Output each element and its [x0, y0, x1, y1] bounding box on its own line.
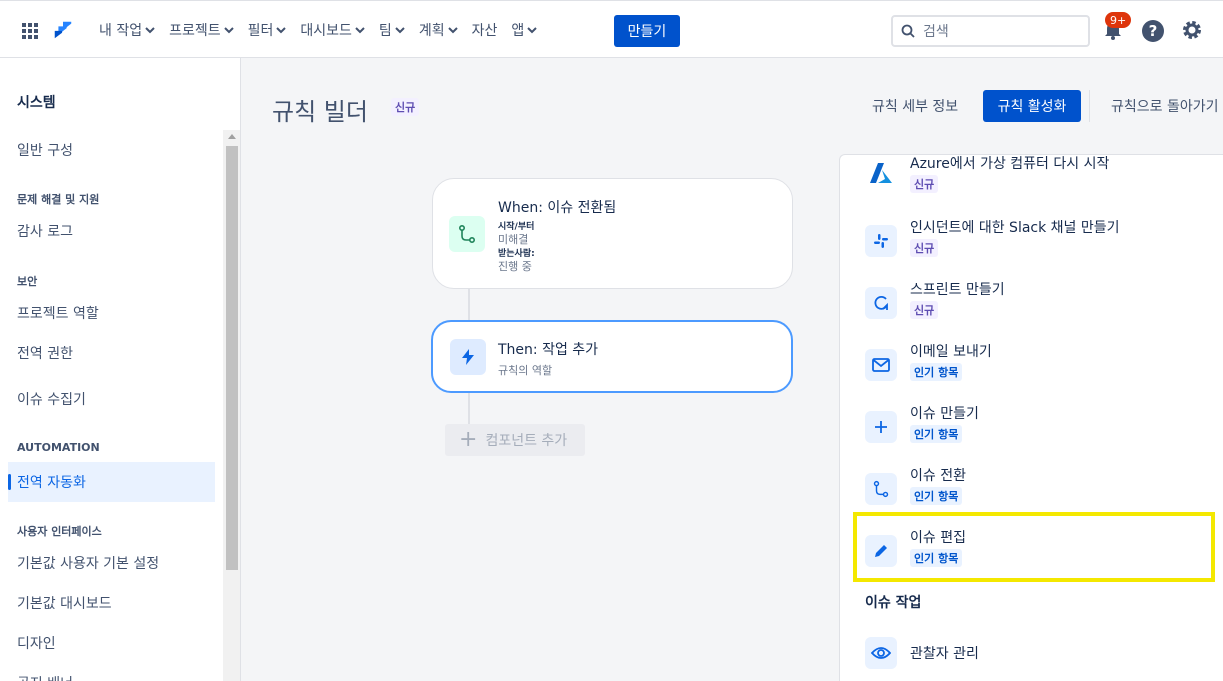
transition-icon	[865, 473, 897, 505]
new-lozenge: 신규	[910, 239, 939, 257]
chevron-down-icon	[223, 27, 234, 34]
action-title: Then: 작업 추가	[498, 342, 599, 358]
panel-item-azure-restart-vm[interactable]: Azure에서 가상 컴퓨터 다시 시작 신규	[840, 155, 1223, 211]
component-picker-panel: Azure에서 가상 컴퓨터 다시 시작 신규 인시던트에 대한 Slack 채…	[839, 154, 1223, 681]
panel-item-create-sprint[interactable]: 스프린트 만들기 신규	[840, 273, 1223, 335]
chevron-down-icon	[145, 27, 155, 34]
chevron-down-icon	[395, 27, 405, 34]
action-subtitle: 규칙의 역할	[498, 364, 553, 377]
page-header: 규칙 빌더 신규 규칙 세부 정보 규칙 활성화 규칙으로 돌아가기	[241, 58, 1223, 138]
panel-item-create-issue[interactable]: 이슈 만들기 인기 항목	[840, 397, 1223, 459]
eye-icon	[865, 637, 897, 669]
rule-builder-main: 규칙 빌더 신규 규칙 세부 정보 규칙 활성화 규칙으로 돌아가기 When:…	[241, 58, 1223, 681]
enable-rule-button[interactable]: 규칙 활성화	[983, 90, 1081, 122]
sidebar-item-issue-collectors[interactable]: 이슈 수집기	[8, 379, 215, 419]
create-button[interactable]: 만들기	[614, 15, 680, 47]
sprint-icon	[865, 287, 897, 319]
sidebar-title: 시스템	[17, 95, 56, 111]
panel-section-issue-actions: 이슈 작업	[865, 595, 922, 611]
notification-count-badge: 9+	[1105, 12, 1132, 28]
scroll-thumb[interactable]	[226, 146, 238, 570]
azure-icon	[865, 157, 897, 189]
sidebar-item-global-automation[interactable]: 전역 자동화	[8, 462, 215, 502]
chevron-down-icon	[447, 27, 458, 34]
trigger-transition-icon	[449, 216, 485, 252]
lightning-bolt-icon	[450, 339, 486, 375]
plus-icon	[865, 411, 897, 443]
popular-lozenge: 인기 항목	[910, 363, 963, 381]
search-icon	[901, 24, 915, 38]
new-lozenge: 신규	[391, 98, 420, 116]
sidebar-item-global-permissions[interactable]: 전역 권한	[8, 333, 215, 373]
trigger-title: When: 이슈 전환됨	[498, 200, 617, 216]
flow-connector	[468, 289, 470, 320]
back-to-rules-link[interactable]: 규칙으로 돌아가기	[1111, 96, 1219, 116]
nav-plans[interactable]: 계획	[412, 15, 465, 45]
popular-lozenge: 인기 항목	[910, 487, 963, 505]
trigger-from-value: 미해결	[498, 233, 529, 246]
app-switcher-icon[interactable]	[22, 23, 38, 39]
rule-details-link[interactable]: 규칙 세부 정보	[872, 96, 958, 116]
new-lozenge: 신규	[910, 301, 939, 319]
mail-icon	[865, 349, 897, 381]
sidebar-section-troubleshooting: 문제 해결 및 지원	[17, 193, 100, 206]
trigger-card[interactable]: When: 이슈 전환됨 시작/부터 미해결 받는사람: 진행 중	[432, 178, 793, 289]
nav-filters[interactable]: 필터	[241, 15, 294, 45]
popular-lozenge: 인기 항목	[910, 425, 963, 443]
header-divider	[1089, 90, 1090, 122]
plus-icon: +	[459, 427, 478, 452]
chevron-down-icon	[527, 27, 537, 34]
sidebar-item-project-roles[interactable]: 프로젝트 역할	[8, 293, 215, 333]
nav-my-work[interactable]: 내 작업	[92, 15, 162, 45]
primary-nav: 내 작업 프로젝트 필터 대시보드 팀 계획 자산 앱	[92, 15, 544, 45]
sidebar-section-security: 보안	[17, 275, 38, 288]
slack-icon	[865, 225, 897, 257]
nav-teams[interactable]: 팀	[372, 15, 412, 45]
nav-assets[interactable]: 자산	[465, 15, 505, 45]
trigger-to-value: 진행 중	[498, 260, 532, 273]
chevron-down-icon	[276, 27, 287, 34]
nav-dashboards[interactable]: 대시보드	[293, 15, 372, 45]
panel-item-manage-watchers[interactable]: 관찰자 관리	[840, 623, 1223, 681]
search-placeholder: 검색	[923, 24, 949, 40]
flow-connector	[468, 393, 470, 424]
scroll-up-arrow-icon[interactable]	[228, 134, 236, 139]
panel-item-slack-channel[interactable]: 인시던트에 대한 Slack 채널 만들기 신규	[840, 211, 1223, 273]
sidebar-item-general-config[interactable]: 일반 구성	[8, 130, 215, 170]
page-title: 규칙 빌더	[272, 98, 368, 126]
top-navigation: 내 작업 프로젝트 필터 대시보드 팀 계획 자산 앱 만들기 검색 9+ ?	[0, 0, 1223, 58]
chevron-down-icon	[355, 27, 365, 34]
sidebar-scrollbar[interactable]	[223, 130, 240, 681]
jira-logo-icon[interactable]	[52, 19, 74, 41]
sidebar-item-default-dashboard[interactable]: 기본값 대시보드	[8, 583, 215, 623]
search-input[interactable]: 검색	[891, 15, 1090, 47]
nav-apps[interactable]: 앱	[504, 15, 544, 45]
add-component-button[interactable]: + 컴포넌트 추가	[445, 424, 585, 456]
sidebar-item-default-user-preferences[interactable]: 기본값 사용자 기본 설정	[8, 543, 215, 583]
sidebar-section-automation: AUTOMATION	[17, 441, 100, 454]
add-component-label: 컴포넌트 추가	[485, 433, 568, 449]
sidebar-item-design[interactable]: 디자인	[8, 623, 215, 663]
sidebar-item-announcement-banner[interactable]: 공지 배너	[8, 663, 215, 681]
panel-item-send-email[interactable]: 이메일 보내기 인기 항목	[840, 335, 1223, 397]
admin-sidebar: 시스템 일반 구성 문제 해결 및 지원 감사 로그 보안 프로젝트 역할 전역…	[0, 58, 241, 681]
action-card[interactable]: Then: 작업 추가 규칙의 역할	[431, 320, 793, 393]
settings-gear-icon[interactable]	[1181, 19, 1203, 41]
highlight-box	[853, 512, 1215, 582]
help-icon[interactable]: ?	[1142, 20, 1164, 42]
new-lozenge: 신규	[910, 175, 939, 193]
sidebar-section-user-interface: 사용자 인터페이스	[17, 525, 102, 538]
nav-projects[interactable]: 프로젝트	[162, 15, 241, 45]
sidebar-item-audit-log[interactable]: 감사 로그	[8, 211, 215, 251]
